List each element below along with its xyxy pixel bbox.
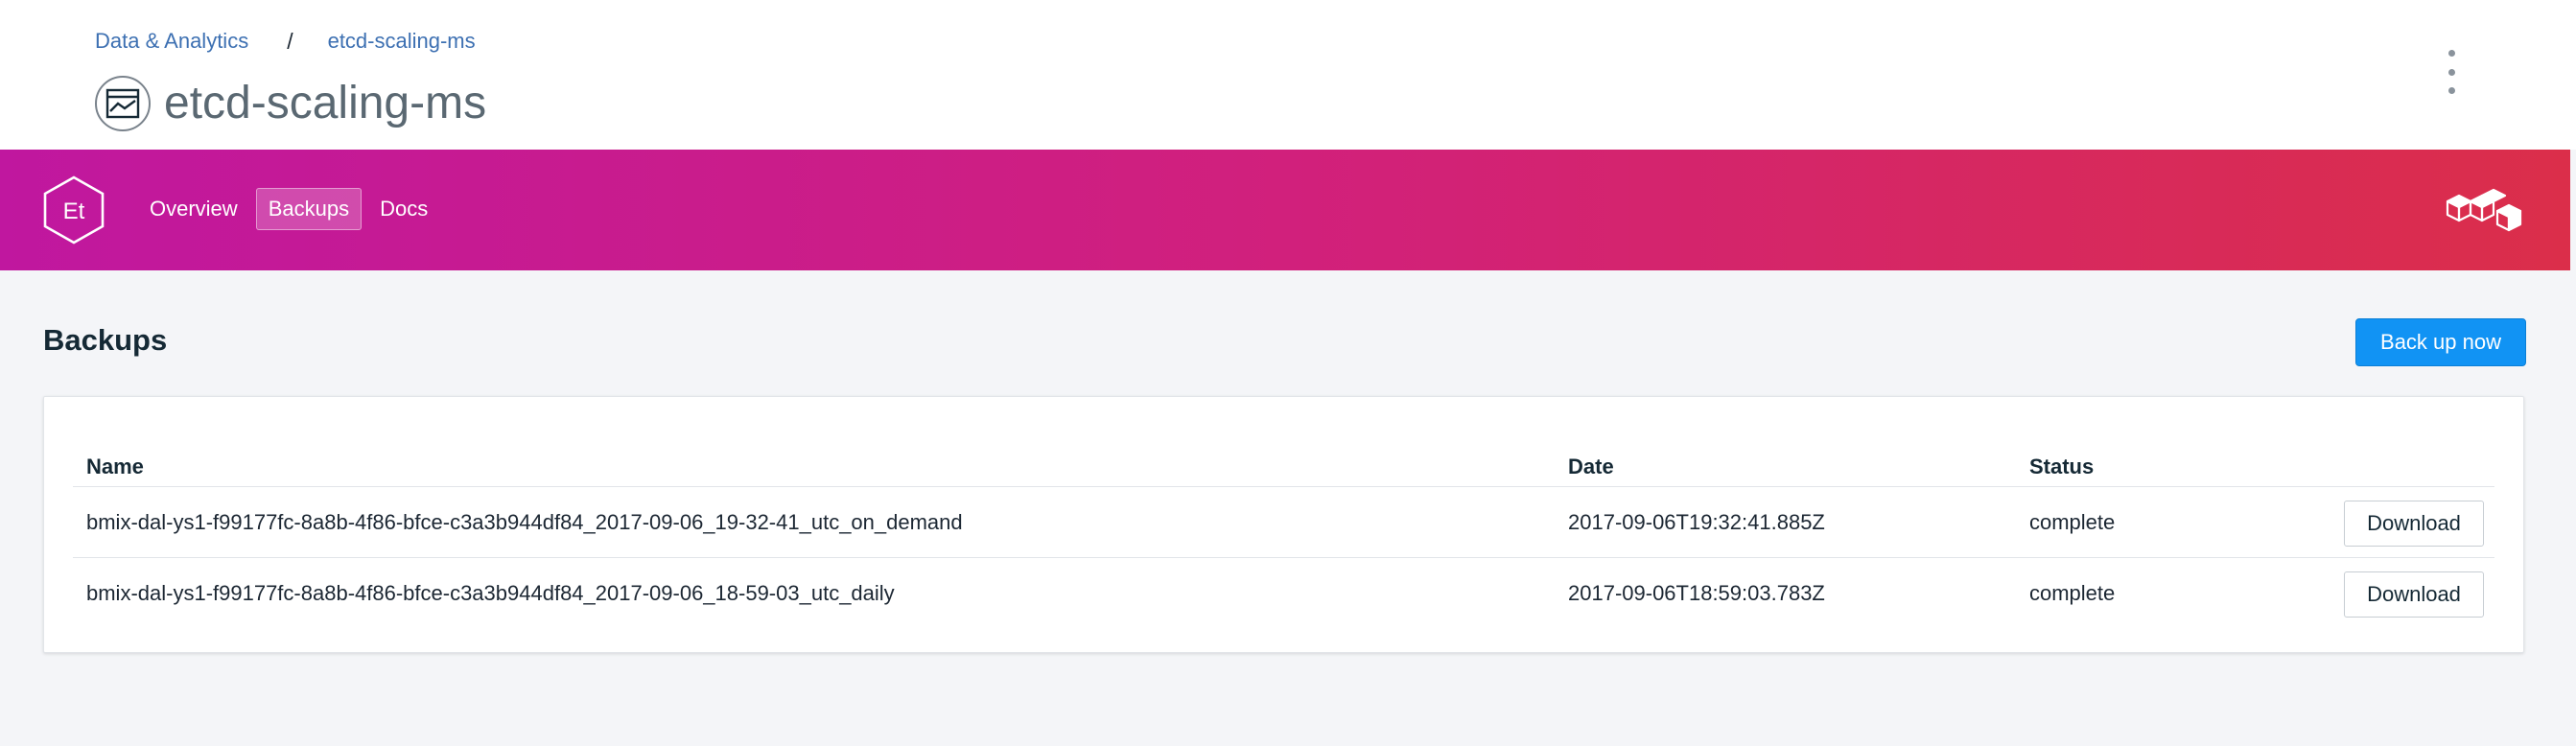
breadcrumb-link-parent[interactable]: Data & Analytics bbox=[95, 27, 248, 56]
section-title: Backups bbox=[43, 323, 168, 357]
download-button[interactable]: Download bbox=[2344, 501, 2484, 547]
tab-overview[interactable]: Overview bbox=[137, 188, 250, 230]
back-up-now-button[interactable]: Back up now bbox=[2355, 318, 2526, 366]
page-title: etcd-scaling-ms bbox=[164, 78, 487, 128]
backups-table-card: Name Date Status bmix-dal-ys1-f99177fc-8… bbox=[43, 396, 2524, 653]
column-header-date[interactable]: Date bbox=[1568, 455, 1614, 479]
breadcrumb: Data & Analytics / etcd-scaling-ms bbox=[95, 27, 476, 56]
backup-status: complete bbox=[2029, 510, 2116, 534]
menu-dot bbox=[2447, 87, 2455, 94]
table-header: Name Date Status bbox=[73, 439, 2494, 487]
table-row: bmix-dal-ys1-f99177fc-8a8b-4f86-bfce-c3a… bbox=[73, 558, 2494, 629]
backup-name: bmix-dal-ys1-f99177fc-8a8b-4f86-bfce-c3a… bbox=[86, 581, 895, 605]
menu-dot bbox=[2447, 68, 2455, 76]
download-button[interactable]: Download bbox=[2344, 571, 2484, 618]
tab-docs[interactable]: Docs bbox=[367, 188, 440, 230]
table-row: bmix-dal-ys1-f99177fc-8a8b-4f86-bfce-c3a… bbox=[73, 487, 2494, 558]
chart-window-icon bbox=[95, 76, 151, 131]
logo-text: Et bbox=[63, 198, 85, 224]
tab-backups[interactable]: Backups bbox=[255, 188, 363, 230]
column-header-name[interactable]: Name bbox=[86, 455, 144, 479]
backup-date: 2017-09-06T19:32:41.885Z bbox=[1568, 510, 1825, 534]
etcd-hexagon-logo-icon: Et bbox=[43, 175, 105, 245]
backup-name: bmix-dal-ys1-f99177fc-8a8b-4f86-bfce-c3a… bbox=[86, 510, 963, 534]
backup-status: complete bbox=[2029, 581, 2116, 605]
service-banner: Et Overview Backups Docs bbox=[0, 150, 2570, 270]
title-row: etcd-scaling-ms bbox=[95, 75, 486, 132]
overflow-menu-vertical-icon[interactable] bbox=[2436, 50, 2467, 94]
menu-dot bbox=[2447, 50, 2455, 57]
backup-date: 2017-09-06T18:59:03.783Z bbox=[1568, 581, 1825, 605]
breadcrumb-link-current[interactable]: etcd-scaling-ms bbox=[328, 27, 476, 56]
page-header: Data & Analytics / etcd-scaling-ms etcd-… bbox=[0, 0, 2576, 150]
column-header-status[interactable]: Status bbox=[2029, 455, 2094, 479]
cubes-icon bbox=[2446, 188, 2522, 232]
banner-tabs: Overview Backups Docs bbox=[137, 188, 446, 230]
breadcrumb-separator: / bbox=[287, 29, 293, 54]
